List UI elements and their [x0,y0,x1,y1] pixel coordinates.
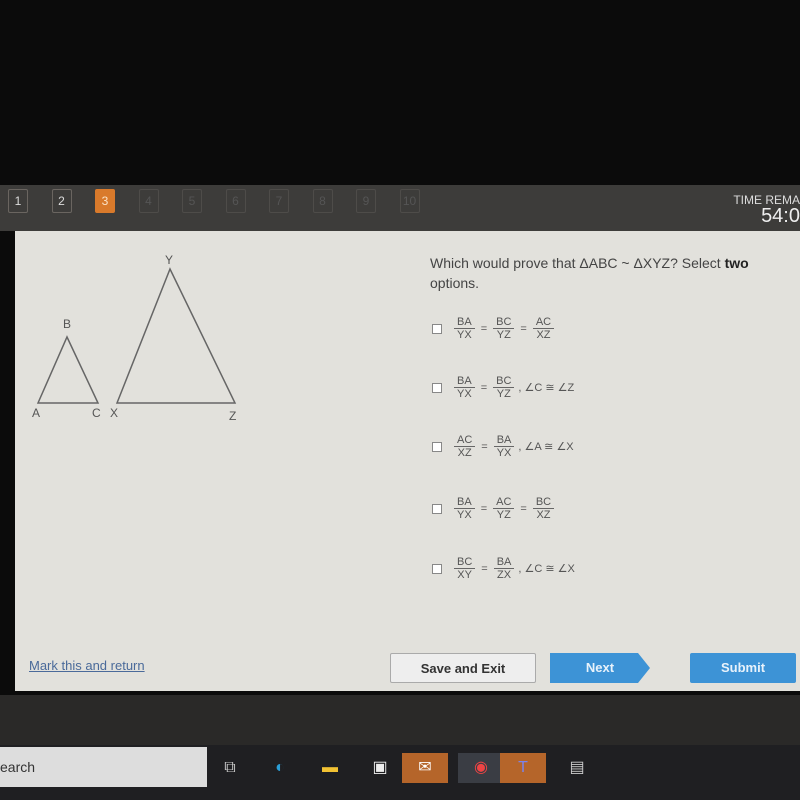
equals-sign: = [480,502,488,515]
equals-sign: = [480,381,488,394]
denominator: YZ [496,509,511,521]
equals-sign: = [480,322,488,335]
vertex-x: X [110,406,119,420]
numerator: AC [532,316,555,329]
checkbox[interactable] [432,563,442,574]
question-bold: two [724,255,749,271]
question-number-8[interactable]: 8 [312,189,333,213]
ratio: AC YZ [493,496,515,521]
numerator: AC [454,434,476,447]
timer-value: 54:0 [761,205,800,227]
answer-option[interactable]: BA YX = BC YZ, ∠C ≅ ∠Z [432,375,574,400]
numerator: BA [493,556,515,569]
answer-option[interactable]: BC XY = BA ZX, ∠C ≅ ∠X [432,556,575,581]
numerator: BC [454,556,476,569]
triangle-xyz [115,267,237,404]
numerator: AC [493,496,515,509]
checkbox[interactable] [432,441,442,452]
answer-option[interactable]: BA YX = AC YZ = BC XZ [432,496,558,521]
checkbox[interactable] [432,503,442,514]
question-nav: 1 2 3 4 5 6 7 8 9 10 TIME REMA 54:0 [0,185,800,231]
denominator: YX [457,388,472,400]
file-explorer-icon[interactable]: ▬ [315,753,345,783]
next-button[interactable]: Next [550,653,650,683]
angle-condition: , ∠C ≅ ∠Z [518,382,575,394]
submit-button[interactable]: Submit [690,653,796,683]
question-panel: A B C X Y Z Which would prove that ΔABC … [15,231,800,691]
ratio: BA YX [454,375,475,400]
equals-sign: = [481,562,488,575]
equals-sign: = [520,322,527,335]
taskbar-search[interactable]: earch [0,747,207,787]
app-icon[interactable]: ▤ [562,753,592,783]
question-number-6[interactable]: 6 [225,189,246,213]
angle-condition: , ∠A ≅ ∠X [518,441,574,453]
taskbar: earch ⧉ ◐ ▬ ▣ ✉ ◉ T ▤ [0,745,800,800]
vertex-b: B [63,317,72,331]
triangles-figure [36,267,237,404]
task-view-icon[interactable]: ⧉ [215,753,245,783]
denominator: XZ [536,329,551,341]
question-number-2[interactable]: 2 [51,189,72,213]
question-number-4[interactable]: 4 [138,189,159,213]
ratio: BC XZ [532,496,555,521]
question-number-3[interactable]: 3 [95,189,115,213]
numerator: BA [454,316,475,329]
question-main: Which would prove that ΔABC ~ ΔXYZ? Sele… [430,255,725,271]
ratio: AC XZ [454,434,476,459]
numerator: BC [493,375,515,388]
question-text: Which would prove that ΔABC ~ ΔXYZ? Sele… [430,253,800,293]
store-icon[interactable]: ▣ [365,753,395,783]
equals-sign: = [481,440,488,453]
answer-option[interactable]: AC XZ = BA YX, ∠A ≅ ∠X [432,434,574,459]
denominator: YX [457,509,472,521]
numerator: BC [532,496,555,509]
denominator: ZX [497,569,512,581]
ratio: BA YX [454,496,475,521]
denominator: YX [496,447,512,459]
vertex-a: A [32,406,41,420]
checkbox[interactable] [432,323,442,334]
question-end: options. [430,275,480,291]
question-number-1[interactable]: 1 [8,189,28,213]
answer-option[interactable]: BA YX = BC YZ = AC XZ [432,316,558,341]
mark-and-return-link[interactable]: Mark this and return [29,658,145,673]
question-number-7[interactable]: 7 [269,189,289,213]
chrome-icon[interactable]: ◉ [458,753,504,783]
question-number-5[interactable]: 5 [182,189,202,213]
ratio: BC YZ [493,316,515,341]
triangle-abc [36,335,100,404]
numerator: BC [493,316,515,329]
teams-icon[interactable]: T [500,753,546,783]
denominator: YZ [496,388,511,400]
question-number-9[interactable]: 9 [356,189,376,213]
screen-bezel [0,695,800,745]
checkbox[interactable] [432,382,442,393]
save-and-exit-button[interactable]: Save and Exit [390,653,536,683]
denominator: XY [457,569,472,581]
numerator: BA [454,496,475,509]
denominator: XZ [457,447,472,459]
ratio: BC YZ [493,375,515,400]
denominator: YZ [496,329,511,341]
denominator: XZ [536,509,551,521]
vertex-z: Z [229,409,237,423]
numerator: BA [493,434,515,447]
edge-icon[interactable]: ◐ [265,753,295,783]
question-number-10[interactable]: 10 [399,189,420,213]
vertex-y: Y [165,253,174,267]
denominator: YX [457,329,472,341]
vertex-c: C [92,406,101,420]
angle-condition: , ∠C ≅ ∠X [518,563,575,575]
equals-sign: = [520,502,527,515]
mail-icon[interactable]: ✉ [402,753,448,783]
ratio: BC XY [454,556,476,581]
ratio: BA ZX [493,556,515,581]
ratio: BA YX [454,316,475,341]
ratio: AC XZ [532,316,555,341]
numerator: BA [454,375,475,388]
ratio: BA YX [493,434,515,459]
